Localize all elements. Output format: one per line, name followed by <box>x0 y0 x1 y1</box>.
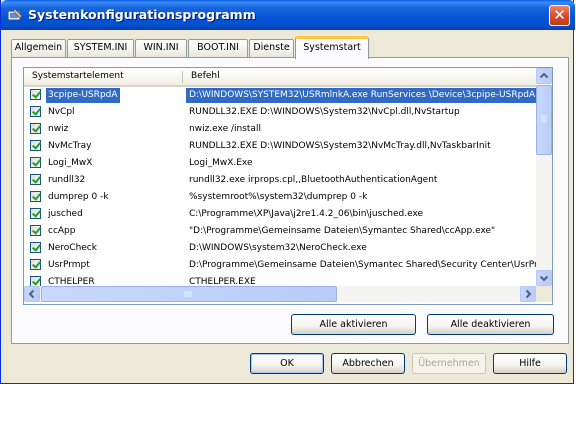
tab-label: Allgemein <box>14 42 63 53</box>
list-item[interactable]: NvCpl RUNDLL32.EXE D:\WINDOWS\System32\N… <box>24 104 536 121</box>
startup-checkbox[interactable] <box>30 123 41 134</box>
item-name: Logi_MwX <box>48 158 93 168</box>
scroll-up-button[interactable] <box>536 68 552 84</box>
item-name: NvCpl <box>48 107 75 117</box>
grip-icon <box>184 291 192 297</box>
tab-boot-ini[interactable]: BOOT.INI <box>188 39 248 57</box>
startup-checkbox[interactable] <box>30 242 41 253</box>
startup-checkbox[interactable] <box>30 174 41 185</box>
list-item[interactable]: nwiz nwiz.exe /install <box>24 121 536 138</box>
list-item[interactable]: UsrPrmpt D:\Programme\Gemeinsame Dateien… <box>24 257 536 274</box>
list-item[interactable]: NeroCheck D:\WINDOWS\system32\NeroCheck.… <box>24 240 536 257</box>
item-name: 3cpipe-USRpdA <box>46 88 120 103</box>
tab-system-ini[interactable]: SYSTEM.INI <box>67 39 134 57</box>
startup-checkbox[interactable] <box>30 157 41 168</box>
enable-all-button[interactable]: Alle aktivieren <box>291 314 416 335</box>
title-bar[interactable]: Systemkonfigurationsprogramm ✕ <box>1 0 575 30</box>
close-icon: ✕ <box>553 6 566 24</box>
vertical-scroll-thumb[interactable] <box>536 85 552 155</box>
item-name: nwiz <box>48 124 69 134</box>
column-header-startup-item[interactable]: Systemstartelement <box>24 68 182 85</box>
chevron-right-icon <box>525 289 532 299</box>
tab-win-ini[interactable]: WIN.INI <box>135 39 187 57</box>
item-name: ccApp <box>48 226 76 236</box>
horizontal-scroll-thumb[interactable] <box>41 286 337 302</box>
horizontal-scrollbar[interactable] <box>24 286 536 302</box>
help-button[interactable]: Hilfe <box>493 353 567 374</box>
scroll-left-button[interactable] <box>24 286 40 302</box>
item-command: RUNDLL32.EXE D:\WINDOWS\System32\NvMcTra… <box>189 141 491 151</box>
startup-checkbox[interactable] <box>30 106 41 117</box>
item-name: dumprep 0 -k <box>48 192 109 202</box>
vertical-scrollbar[interactable] <box>536 68 552 286</box>
list-item[interactable]: Logi_MwX Logi_MwX.Exe <box>24 155 536 172</box>
item-command: D:\WINDOWS\SYSTEM32\USRmlnkA.exe RunServ… <box>186 88 536 103</box>
item-name: NeroCheck <box>48 243 97 253</box>
item-name: rundll32 <box>48 175 86 185</box>
item-name: NvMcTray <box>48 141 92 151</box>
item-command: D:\Programme\Gemeinsame Dateien\Symantec… <box>189 260 536 270</box>
item-command: "D:\Programme\Gemeinsame Dateien\Symante… <box>189 226 496 236</box>
scroll-right-button[interactable] <box>520 286 536 302</box>
disable-all-button[interactable]: Alle deaktivieren <box>427 314 554 335</box>
startup-list[interactable]: Systemstartelement Befehl 3cpipe-USRpdA … <box>23 67 553 305</box>
startup-checkbox[interactable] <box>30 89 41 100</box>
startup-checkbox[interactable] <box>30 191 41 202</box>
list-header: Systemstartelement Befehl <box>24 68 536 87</box>
window-title: Systemkonfigurationsprogramm <box>28 7 256 22</box>
startup-checkbox[interactable] <box>30 208 41 219</box>
chevron-up-icon <box>539 72 549 79</box>
item-name: jusched <box>48 209 83 219</box>
list-rows: 3cpipe-USRpdA D:\WINDOWS\SYSTEM32\USRmln… <box>24 87 536 291</box>
list-item[interactable]: jusched C:\Programme\XP\Java\j2re1.4.2_0… <box>24 206 536 223</box>
item-command: D:\WINDOWS\system32\NeroCheck.exe <box>189 243 367 253</box>
item-command: nwiz.exe /install <box>189 124 261 134</box>
cancel-button[interactable]: Abbrechen <box>331 353 405 374</box>
apply-button[interactable]: Übernehmen <box>412 353 486 374</box>
scrollbar-corner <box>536 286 552 302</box>
list-item[interactable]: 3cpipe-USRpdA D:\WINDOWS\SYSTEM32\USRmln… <box>24 87 536 104</box>
close-button[interactable]: ✕ <box>549 5 570 26</box>
column-header-command[interactable]: Befehl <box>183 68 536 85</box>
tab-allgemein[interactable]: Allgemein <box>11 39 66 57</box>
item-command: Logi_MwX.Exe <box>189 158 253 168</box>
tab-label: WIN.INI <box>143 42 179 53</box>
chevron-left-icon <box>28 289 35 299</box>
item-command: C:\Programme\XP\Java\j2re1.4.2_06\bin\ju… <box>189 209 424 219</box>
item-command: RUNDLL32.EXE D:\WINDOWS\System32\NvCpl.d… <box>189 107 460 117</box>
list-item[interactable]: ccApp "D:\Programme\Gemeinsame Dateien\S… <box>24 223 536 240</box>
tab-label: Systemstart <box>303 42 361 53</box>
dialog-window: Systemkonfigurationsprogramm ✕ Allgemein… <box>0 0 575 384</box>
startup-checkbox[interactable] <box>30 140 41 151</box>
tab-label: Dienste <box>253 42 290 53</box>
tab-systemstart[interactable]: Systemstart <box>295 36 369 59</box>
scroll-down-button[interactable] <box>536 270 552 286</box>
list-item[interactable]: NvMcTray RUNDLL32.EXE D:\WINDOWS\System3… <box>24 138 536 155</box>
tab-label: SYSTEM.INI <box>73 42 128 53</box>
list-item[interactable]: rundll32 rundll32.exe irprops.cpl,,Bluet… <box>24 172 536 189</box>
list-item[interactable]: dumprep 0 -k %systemroot%\system32\dumpr… <box>24 189 536 206</box>
msconfig-app-icon <box>7 8 23 21</box>
startup-checkbox[interactable] <box>30 259 41 270</box>
startup-checkbox[interactable] <box>30 225 41 236</box>
grip-icon <box>541 115 547 123</box>
tab-dienste[interactable]: Dienste <box>249 39 294 57</box>
chevron-down-icon <box>539 275 549 282</box>
item-name: UsrPrmpt <box>48 260 90 270</box>
item-command: %systemroot%\system32\dumprep 0 -k <box>189 192 368 202</box>
ok-button[interactable]: OK <box>250 353 324 374</box>
tab-label: BOOT.INI <box>197 42 239 53</box>
item-command: rundll32.exe irprops.cpl,,BluetoothAuthe… <box>189 175 438 185</box>
